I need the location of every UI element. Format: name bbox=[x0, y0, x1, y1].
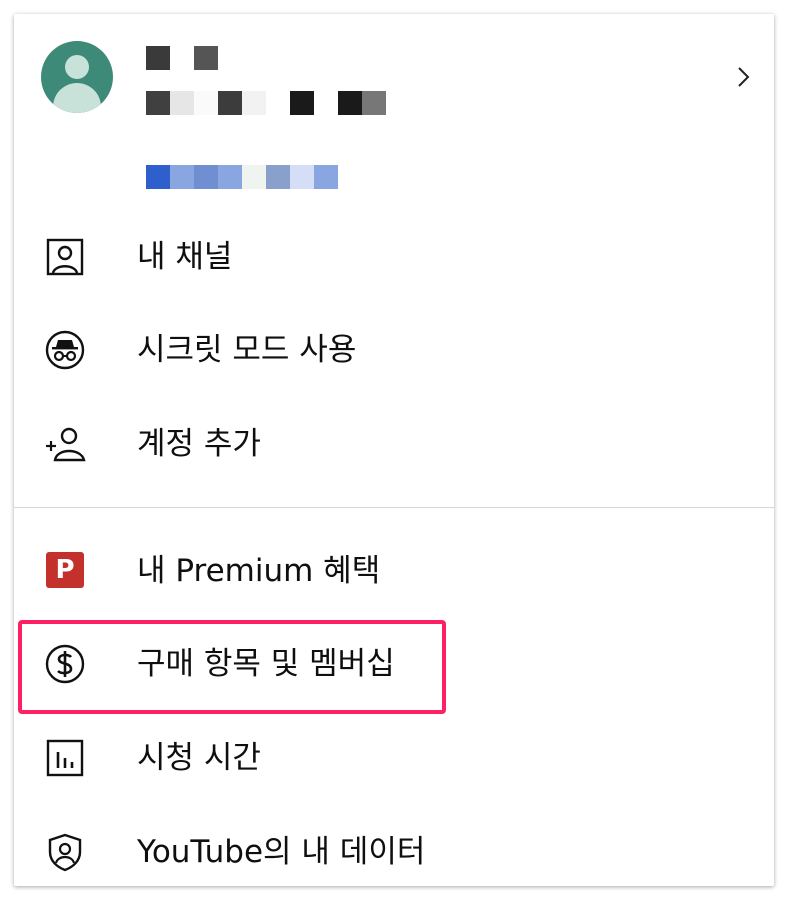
add-person-icon bbox=[46, 427, 86, 462]
bar-chart-icon bbox=[46, 739, 84, 777]
shield-person-icon bbox=[48, 833, 82, 872]
menu-item-your-data[interactable]: YouTube의 내 데이터 bbox=[14, 806, 774, 898]
dollar-icon bbox=[45, 644, 85, 684]
menu-item-premium-benefits[interactable]: P 내 Premium 혜택 bbox=[14, 525, 774, 617]
menu-item-label: 내 채널 bbox=[137, 239, 233, 275]
premium-icon: P bbox=[46, 552, 84, 588]
account-header[interactable] bbox=[14, 14, 774, 224]
avatar bbox=[41, 41, 113, 113]
menu-item-label: YouTube의 내 데이터 bbox=[137, 834, 426, 870]
avatar-body bbox=[53, 83, 101, 113]
person-box-icon bbox=[46, 238, 84, 276]
avatar-head bbox=[65, 55, 89, 79]
menu-item-add-account[interactable]: 계정 추가 bbox=[14, 398, 774, 490]
account-name-redacted bbox=[146, 46, 218, 70]
menu-item-label: 시크릿 모드 사용 bbox=[137, 332, 357, 368]
account-menu: 내 채널 시크릿 모드 사용 계정 추가 P 내 Premium 혜택 구매 항… bbox=[14, 14, 774, 886]
incognito-icon bbox=[45, 330, 85, 370]
menu-item-my-channel[interactable]: 내 채널 bbox=[14, 211, 774, 303]
menu-item-label: 시청 시간 bbox=[137, 740, 261, 776]
menu-item-incognito[interactable]: 시크릿 모드 사용 bbox=[14, 304, 774, 396]
menu-item-label: 구매 항목 및 멤버십 bbox=[137, 646, 395, 682]
chevron-right-icon[interactable] bbox=[732, 60, 756, 94]
account-handle-redacted bbox=[146, 91, 386, 115]
menu-item-watch-time[interactable]: 시청 시간 bbox=[14, 712, 774, 804]
manage-account-link-redacted[interactable] bbox=[146, 165, 338, 189]
menu-item-purchases-memberships[interactable]: 구매 항목 및 멤버십 bbox=[14, 618, 774, 710]
menu-item-label: 내 Premium 혜택 bbox=[137, 553, 381, 589]
menu-divider bbox=[14, 507, 774, 508]
menu-item-label: 계정 추가 bbox=[137, 426, 261, 462]
